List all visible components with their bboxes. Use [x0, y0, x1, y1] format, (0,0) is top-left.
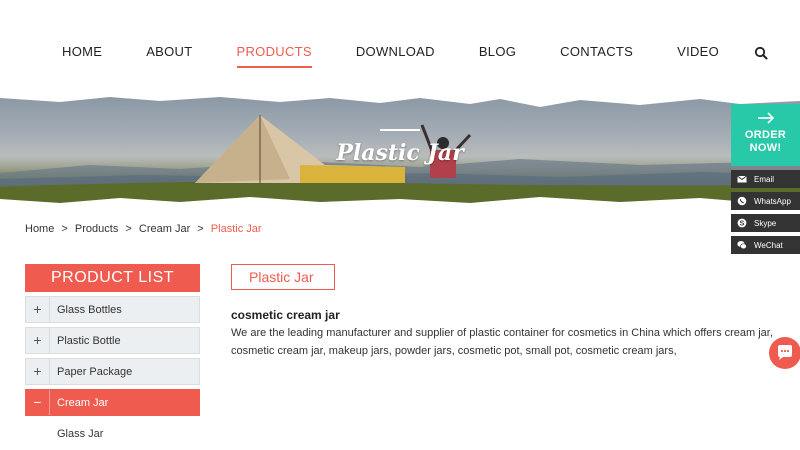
sidebar-item-glass-bottles[interactable]: + Glass Bottles: [25, 296, 200, 323]
sidebar-item-plastic-bottle[interactable]: + Plastic Bottle: [25, 327, 200, 354]
top-navigation: HOME ABOUT PRODUCTS DOWNLOAD BLOG CONTAC…: [0, 0, 800, 95]
nav-item-about[interactable]: ABOUT: [146, 44, 192, 59]
wechat-icon: [737, 241, 747, 250]
contact-whatsapp-button[interactable]: WhatsApp: [731, 192, 800, 210]
contact-label: Email: [754, 174, 775, 184]
svg-text:S: S: [740, 221, 745, 228]
product-list-title: PRODUCT LIST: [25, 264, 200, 292]
contact-label: Skype: [754, 218, 777, 228]
order-now-line1: ORDER: [744, 129, 787, 141]
product-heading: cosmetic cream jar: [231, 308, 340, 322]
live-chat-button[interactable]: [769, 337, 800, 369]
sidebar-item-cream-jar[interactable]: − Cream Jar: [25, 389, 200, 416]
breadcrumb-products[interactable]: Products: [75, 223, 118, 235]
collapse-icon[interactable]: −: [26, 390, 50, 415]
product-sidebar: PRODUCT LIST + Glass Bottles + Plastic B…: [25, 264, 200, 440]
breadcrumb-home[interactable]: Home: [25, 223, 54, 235]
nav-item-blog[interactable]: BLOG: [479, 44, 516, 59]
sidebar-item-label: Glass Bottles: [57, 303, 122, 316]
skype-icon: S: [737, 218, 747, 228]
breadcrumb: Home > Products > Cream Jar > Plastic Ja…: [25, 223, 266, 235]
banner-divider: [380, 129, 420, 131]
nav-item-contacts[interactable]: CONTACTS: [560, 44, 633, 59]
arrow-right-icon: [757, 112, 774, 124]
chat-icon: [778, 345, 792, 360]
contact-label: WeChat: [754, 240, 783, 250]
banner-title: Plastic Jar: [336, 140, 464, 166]
envelope-icon: [737, 175, 747, 183]
search-icon[interactable]: [754, 46, 768, 60]
expand-icon[interactable]: +: [26, 297, 50, 322]
contact-skype-button[interactable]: S Skype: [731, 214, 800, 232]
nav-menu: HOME ABOUT PRODUCTS DOWNLOAD BLOG CONTAC…: [62, 44, 763, 68]
breadcrumb-separator: >: [197, 223, 204, 235]
breadcrumb-separator: >: [125, 223, 132, 235]
product-description: We are the leading manufacturer and supp…: [231, 327, 773, 357]
order-now-line2: NOW!: [749, 142, 782, 154]
whatsapp-icon: [737, 196, 747, 206]
breadcrumb-cream-jar[interactable]: Cream Jar: [139, 223, 190, 235]
contact-label: WhatsApp: [754, 196, 791, 206]
sidebar-item-label: Cream Jar: [57, 396, 109, 409]
nav-item-home[interactable]: HOME: [62, 44, 102, 59]
breadcrumb-current: Plastic Jar: [210, 223, 262, 235]
expand-icon[interactable]: +: [26, 328, 50, 353]
order-now-button[interactable]: ORDER NOW!: [731, 104, 800, 166]
sidebar-item-label: Paper Package: [57, 365, 133, 378]
contact-email-button[interactable]: Email: [731, 170, 800, 188]
expand-icon[interactable]: +: [26, 359, 50, 384]
page-banner: Plastic Jar: [0, 95, 800, 207]
nav-item-products[interactable]: PRODUCTS: [236, 44, 313, 68]
sidebar-subitem-glass-jar[interactable]: Glass Jar: [25, 428, 200, 440]
sidebar-item-label: Plastic Bottle: [57, 334, 121, 347]
contact-wechat-button[interactable]: WeChat: [731, 236, 800, 254]
nav-item-video[interactable]: VIDEO: [677, 44, 719, 59]
nav-item-download[interactable]: DOWNLOAD: [356, 44, 435, 59]
sidebar-item-paper-package[interactable]: + Paper Package: [25, 358, 200, 385]
breadcrumb-separator: >: [61, 223, 68, 235]
category-tag: Plastic Jar: [231, 264, 335, 290]
